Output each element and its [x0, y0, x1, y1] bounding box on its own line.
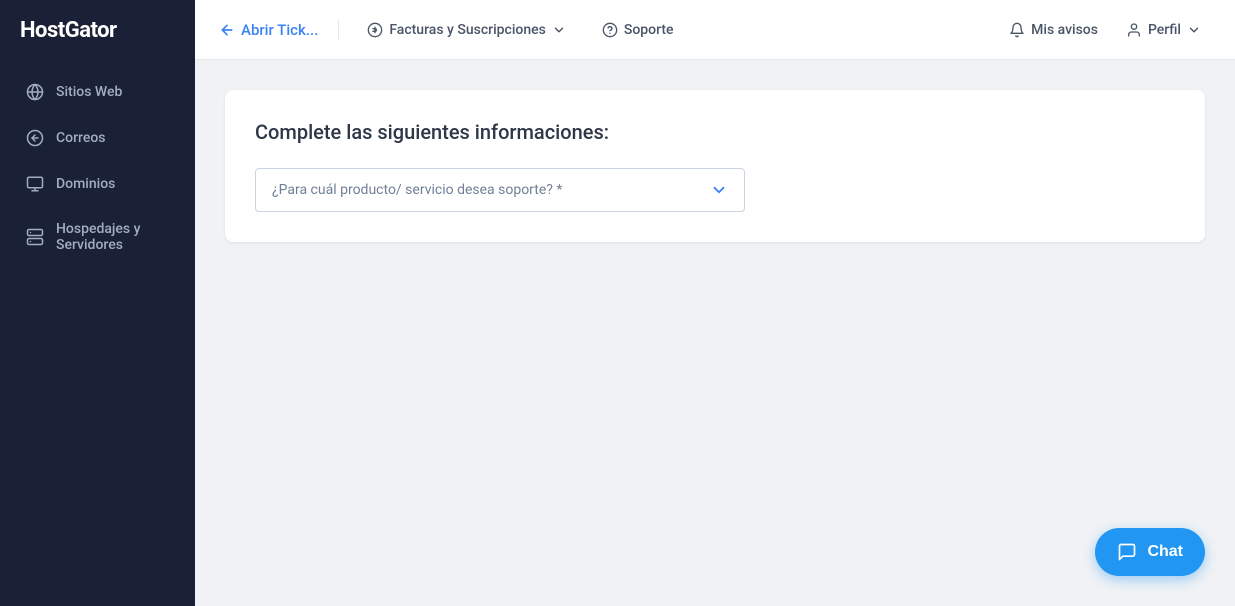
- mail-icon: [26, 129, 44, 147]
- back-button[interactable]: Abrir Tick...: [219, 21, 318, 39]
- dropdown-placeholder: ¿Para cuál producto/ servicio desea sopo…: [272, 182, 562, 198]
- chat-button[interactable]: Chat: [1095, 528, 1205, 576]
- sidebar-item-label: Correos: [56, 130, 106, 146]
- topbar-facturas[interactable]: Facturas y Suscripciones: [359, 16, 574, 44]
- user-icon: [1126, 22, 1142, 38]
- sidebar-item-dominios[interactable]: Dominios: [12, 163, 183, 205]
- topbar-divider: [338, 20, 339, 40]
- form-card: Complete las siguientes informaciones: ¿…: [225, 90, 1205, 242]
- page-content: Complete las siguientes informaciones: ¿…: [195, 60, 1235, 606]
- perfil-label: Perfil: [1148, 22, 1181, 38]
- sidebar-item-correos[interactable]: Correos: [12, 117, 183, 159]
- domain-icon: [26, 175, 44, 193]
- back-arrow-icon: [219, 22, 235, 38]
- chat-label: Chat: [1147, 543, 1183, 561]
- chat-icon: [1117, 542, 1137, 562]
- sidebar: HostGator Sitios Web Correos: [0, 0, 195, 606]
- topbar-perfil[interactable]: Perfil: [1116, 16, 1211, 44]
- chevron-down-icon: [1187, 23, 1201, 37]
- topbar-soporte[interactable]: Soporte: [594, 16, 682, 44]
- sidebar-item-label: Dominios: [56, 176, 115, 192]
- sidebar-item-label: Sitios Web: [56, 84, 122, 100]
- server-icon: [26, 228, 44, 246]
- back-label: Abrir Tick...: [241, 21, 318, 39]
- soporte-label: Soporte: [624, 22, 674, 38]
- logo-text: HostGator: [20, 18, 117, 43]
- topbar-avisos[interactable]: Mis avisos: [999, 16, 1108, 44]
- sidebar-nav: Sitios Web Correos Dominios: [0, 71, 195, 265]
- sidebar-item-sitios-web[interactable]: Sitios Web: [12, 71, 183, 113]
- chevron-down-icon: [552, 23, 566, 37]
- sidebar-item-hospedajes[interactable]: Hospedajes y Servidores: [12, 209, 183, 265]
- product-dropdown[interactable]: ¿Para cuál producto/ servicio desea sopo…: [255, 168, 745, 212]
- help-circle-icon: [602, 22, 618, 38]
- sidebar-item-label: Hospedajes y Servidores: [56, 221, 169, 253]
- topbar-right: Mis avisos Perfil: [999, 16, 1211, 44]
- card-title: Complete las siguientes informaciones:: [255, 120, 1175, 144]
- main-content: Abrir Tick... Facturas y Suscripciones S…: [195, 0, 1235, 606]
- sidebar-logo: HostGator: [0, 0, 195, 61]
- avisos-label: Mis avisos: [1031, 22, 1098, 38]
- globe-icon: [26, 83, 44, 101]
- topbar: Abrir Tick... Facturas y Suscripciones S…: [195, 0, 1235, 60]
- facturas-label: Facturas y Suscripciones: [389, 22, 546, 38]
- bell-icon: [1009, 22, 1025, 38]
- chevron-down-icon: [710, 181, 728, 199]
- dollar-icon: [367, 22, 383, 38]
